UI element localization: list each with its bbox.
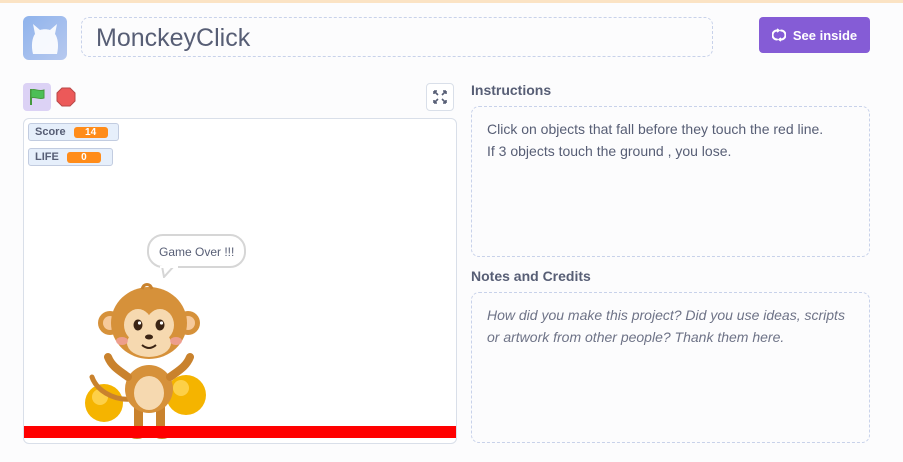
fullscreen-icon xyxy=(433,90,447,104)
life-monitor: LIFE 0 xyxy=(28,148,113,166)
top-stripe xyxy=(0,0,903,3)
life-monitor-label: LIFE xyxy=(35,151,59,163)
monkey-sprite[interactable] xyxy=(82,281,212,441)
speech-bubble-tail xyxy=(160,266,178,278)
cat-avatar-icon xyxy=(23,16,67,60)
instructions-heading: Instructions xyxy=(471,82,552,98)
green-flag-icon xyxy=(30,88,45,105)
green-flag-button[interactable] xyxy=(23,83,51,111)
stage[interactable]: Score 14 LIFE 0 Game Over !!! xyxy=(23,118,457,444)
instructions-line: Click on objects that fall before they t… xyxy=(487,121,824,137)
see-inside-label: See inside xyxy=(792,27,858,43)
see-inside-button[interactable]: See inside xyxy=(759,17,870,53)
see-inside-icon xyxy=(771,28,786,42)
notes-textarea[interactable]: How did you make this project? Did you u… xyxy=(471,292,870,443)
stop-button[interactable] xyxy=(55,86,77,108)
red-ground-line xyxy=(24,426,456,438)
life-monitor-value: 0 xyxy=(66,151,101,163)
speech-bubble: Game Over !!! xyxy=(147,234,247,268)
stop-sign-icon xyxy=(56,87,76,107)
project-title-input[interactable]: MonckeyClick xyxy=(81,17,713,57)
instructions-textarea[interactable]: Click on objects that fall before they t… xyxy=(471,106,870,257)
project-thumbnail[interactable] xyxy=(23,16,67,60)
instructions-line: If 3 objects touch the ground , you lose… xyxy=(487,143,732,159)
score-monitor: Score 14 xyxy=(28,123,119,141)
notes-heading: Notes and Credits xyxy=(471,268,591,284)
notes-placeholder-line: or artwork from other people? Thank them… xyxy=(487,329,785,345)
fullscreen-button[interactable] xyxy=(426,83,454,111)
notes-placeholder-line: How did you make this project? Did you u… xyxy=(487,307,845,323)
score-monitor-value: 14 xyxy=(73,126,108,138)
score-monitor-label: Score xyxy=(35,126,66,138)
